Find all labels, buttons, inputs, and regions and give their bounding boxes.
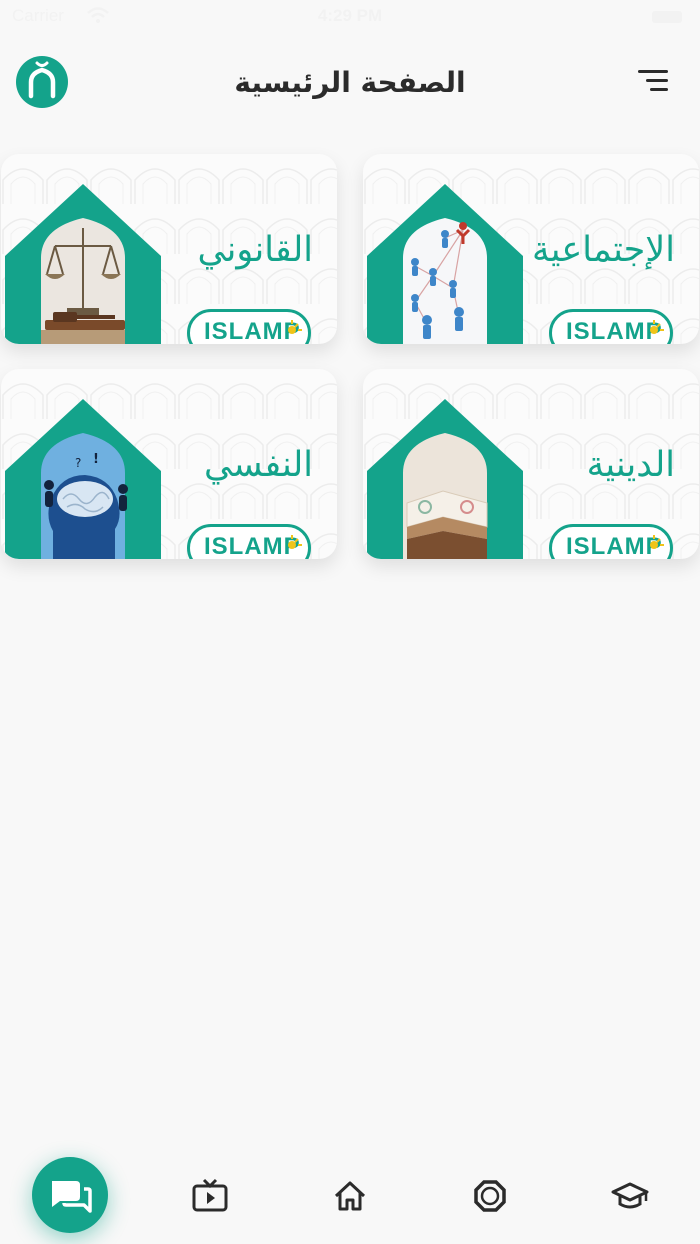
bottom-tab-bar	[0, 1140, 700, 1244]
status-bar: Carrier 4:29 PM	[0, 0, 700, 34]
category-title: الدينية	[586, 445, 675, 485]
header: الصفحة الرئيسية	[0, 40, 700, 130]
octagon-ring-icon[interactable]	[470, 1176, 510, 1216]
svg-text:?: ?	[75, 456, 81, 470]
brain-puzzle-head-image: ! ?	[5, 399, 161, 559]
brand-badge: ISLAMP	[549, 309, 673, 344]
chat-bubbles-icon[interactable]	[32, 1157, 108, 1233]
brand-badge: ISLAMP	[187, 309, 311, 344]
battery-icon	[652, 11, 682, 23]
page-title: الصفحة الرئيسية	[234, 66, 466, 99]
brand-badge: ISLAMP	[549, 524, 673, 559]
category-card-religious[interactable]: الدينية ISLAMP	[363, 369, 699, 559]
status-time: 4:29 PM	[317, 6, 383, 25]
open-quran-book-image	[367, 399, 523, 559]
graduation-cap-icon[interactable]	[610, 1176, 650, 1216]
category-title: النفسي	[203, 445, 313, 485]
category-title: القانوني	[197, 230, 314, 270]
sun-icon	[650, 535, 664, 549]
brand-badge: ISLAMP	[187, 524, 311, 559]
category-card-legal[interactable]: القانوني ISLAMP	[1, 154, 337, 344]
hamburger-menu-icon[interactable]	[636, 66, 670, 96]
sun-icon	[288, 535, 302, 549]
home-icon[interactable]	[330, 1176, 370, 1216]
scales-and-gavel-image	[5, 184, 161, 344]
category-card-psychological[interactable]: ! ? النفسي ISLAMP	[1, 369, 337, 559]
sun-icon	[288, 320, 302, 334]
category-card-social[interactable]: الإجتماعية ISLAMP	[363, 154, 699, 344]
sun-icon	[650, 320, 664, 334]
tv-play-icon[interactable]	[190, 1176, 230, 1216]
svg-text:!: !	[93, 452, 99, 467]
people-network-image	[367, 184, 523, 344]
category-title: الإجتماعية	[532, 230, 675, 270]
